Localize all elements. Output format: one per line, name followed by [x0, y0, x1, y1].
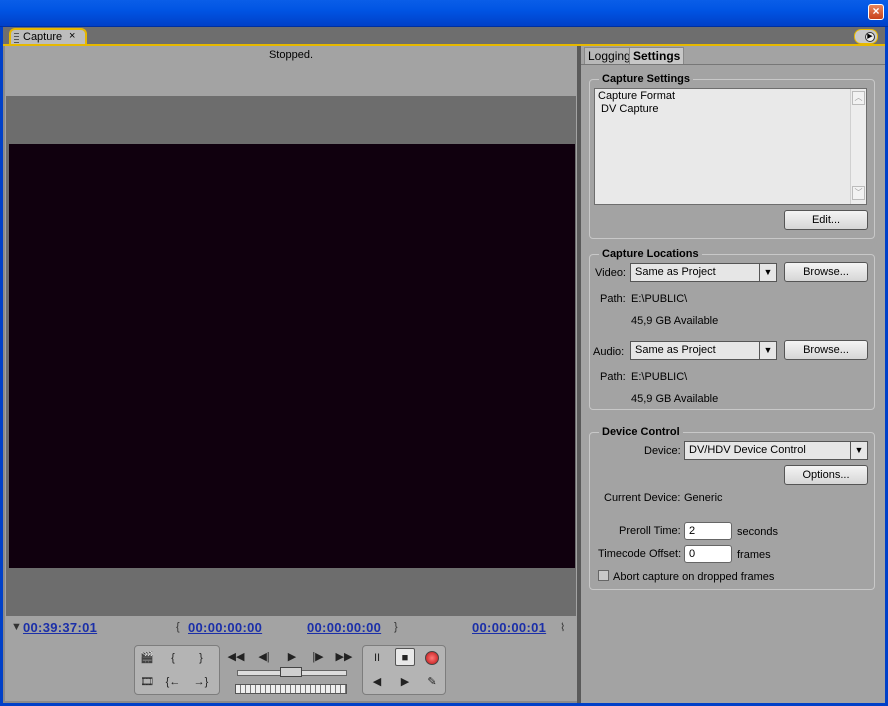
- chevron-down-icon: ▼: [759, 264, 776, 281]
- preroll-label: Preroll Time:: [619, 525, 681, 537]
- video-frame: [6, 96, 576, 616]
- capture-settings-list[interactable]: Capture Format DV Capture ︿ ﹀: [594, 88, 867, 205]
- scene-detect-icon[interactable]: 🎞: [137, 673, 157, 691]
- timecode-offset-field[interactable]: 0: [684, 545, 732, 563]
- video-path-label: Path:: [600, 293, 626, 305]
- panel-menu-arrow-icon: ▶: [865, 32, 875, 42]
- current-timecode[interactable]: 00:39:37:01: [23, 620, 97, 635]
- goto-in-button[interactable]: {←: [163, 673, 183, 691]
- audio-path-label: Path:: [600, 371, 626, 383]
- window-close-button[interactable]: ×: [868, 4, 884, 20]
- set-out-button[interactable]: }: [191, 649, 211, 667]
- audio-space-available: 45,9 GB Available: [631, 393, 719, 405]
- device-select[interactable]: DV/HDV Device Control ▼: [684, 441, 868, 460]
- tab-logging[interactable]: Logging: [584, 47, 635, 65]
- out-point-timecode[interactable]: 00:00:00:00: [307, 620, 381, 635]
- rewind-button[interactable]: ◀◀: [226, 648, 246, 666]
- duration-icon: ⌇: [560, 622, 566, 634]
- capture-locations-legend: Capture Locations: [602, 248, 699, 260]
- video-location-value: Same as Project: [635, 266, 716, 278]
- list-scrollbar[interactable]: ︿ ﹀: [850, 89, 866, 204]
- preroll-field[interactable]: 2: [684, 522, 732, 540]
- fast-forward-button[interactable]: ▶▶: [334, 648, 354, 666]
- shuttle-slider[interactable]: [235, 684, 347, 694]
- pause-button[interactable]: II: [367, 649, 387, 667]
- device-value: DV/HDV Device Control: [689, 444, 806, 456]
- panel-tabstrip: [3, 27, 885, 45]
- capture-monitor-panel: Stopped.: [5, 46, 577, 701]
- device-control-legend: Device Control: [602, 426, 680, 438]
- jog-knob[interactable]: [280, 667, 302, 677]
- audio-browse-button[interactable]: Browse...: [784, 340, 868, 360]
- stop-button[interactable]: ■: [395, 648, 415, 666]
- audio-path-value: E:\PUBLIC\: [631, 371, 688, 383]
- record-button[interactable]: [422, 649, 442, 667]
- in-point-icon: {: [176, 621, 180, 633]
- logging-controls: 🎬 { } 🎞 {← →}: [134, 645, 220, 695]
- chevron-down-icon: ▼: [850, 442, 867, 459]
- set-in-button[interactable]: {: [163, 649, 183, 667]
- capture-controls: II ■ ◀ ▶ ✎: [362, 645, 446, 695]
- video-path-value: E:\PUBLIC\: [631, 293, 688, 305]
- tab-underline: [581, 64, 885, 65]
- duration-timecode[interactable]: 00:00:00:01: [472, 620, 546, 635]
- scroll-up-icon[interactable]: ︿: [852, 91, 865, 105]
- video-location-label: Video:: [595, 267, 626, 279]
- panel-menu-button[interactable]: ▶: [854, 29, 878, 44]
- timecode-offset-unit: frames: [737, 549, 771, 561]
- chevron-down-icon: ▼: [759, 342, 776, 359]
- capture-settings-legend: Capture Settings: [602, 73, 691, 85]
- in-point-timecode[interactable]: 00:00:00:00: [188, 620, 262, 635]
- current-device-label: Current Device:: [604, 492, 681, 504]
- current-device-value: Generic: [684, 492, 723, 504]
- window-titlebar: ×: [0, 0, 888, 27]
- abort-capture-label[interactable]: Abort capture on dropped frames: [613, 571, 774, 583]
- audio-location-select[interactable]: Same as Project ▼: [630, 341, 777, 360]
- slow-reverse-button[interactable]: ◀: [367, 673, 387, 691]
- slow-play-button[interactable]: ▶: [395, 673, 415, 691]
- video-browse-button[interactable]: Browse...: [784, 262, 868, 282]
- tab-close-icon[interactable]: ×: [69, 30, 75, 42]
- log-clip-icon[interactable]: 🎬: [137, 649, 157, 667]
- step-back-button[interactable]: ◀|: [254, 648, 274, 666]
- edit-button[interactable]: Edit...: [784, 210, 868, 230]
- capture-format-line: Capture Format: [598, 90, 676, 102]
- device-label: Device:: [644, 445, 681, 457]
- abort-capture-checkbox[interactable]: [598, 570, 609, 581]
- out-point-icon: }: [394, 621, 398, 633]
- step-forward-button[interactable]: |▶: [308, 648, 328, 666]
- capture-type-line: DV Capture: [598, 103, 659, 115]
- tab-capture-label: Capture: [23, 31, 63, 43]
- tab-settings[interactable]: Settings: [629, 47, 685, 65]
- video-location-select[interactable]: Same as Project ▼: [630, 263, 777, 282]
- tab-grip-icon[interactable]: [14, 33, 19, 43]
- play-button[interactable]: ▶: [282, 648, 302, 666]
- options-button[interactable]: Options...: [784, 465, 868, 485]
- video-preview: [9, 144, 575, 568]
- video-space-available: 45,9 GB Available: [631, 315, 719, 327]
- audio-location-label: Audio:: [593, 346, 625, 358]
- record-icon: [425, 651, 439, 665]
- tab-capture[interactable]: Capture ×: [9, 28, 87, 45]
- goto-out-button[interactable]: →}: [191, 673, 211, 691]
- audio-location-value: Same as Project: [635, 344, 716, 356]
- scroll-down-icon[interactable]: ﹀: [852, 186, 865, 200]
- preroll-unit: seconds: [737, 526, 778, 538]
- playhead-marker-icon: ▼: [11, 621, 22, 633]
- scene-detect-toggle-icon[interactable]: ✎: [422, 673, 442, 691]
- capture-status: Stopped.: [268, 49, 314, 61]
- timecode-offset-label: Timecode Offset:: [598, 548, 682, 560]
